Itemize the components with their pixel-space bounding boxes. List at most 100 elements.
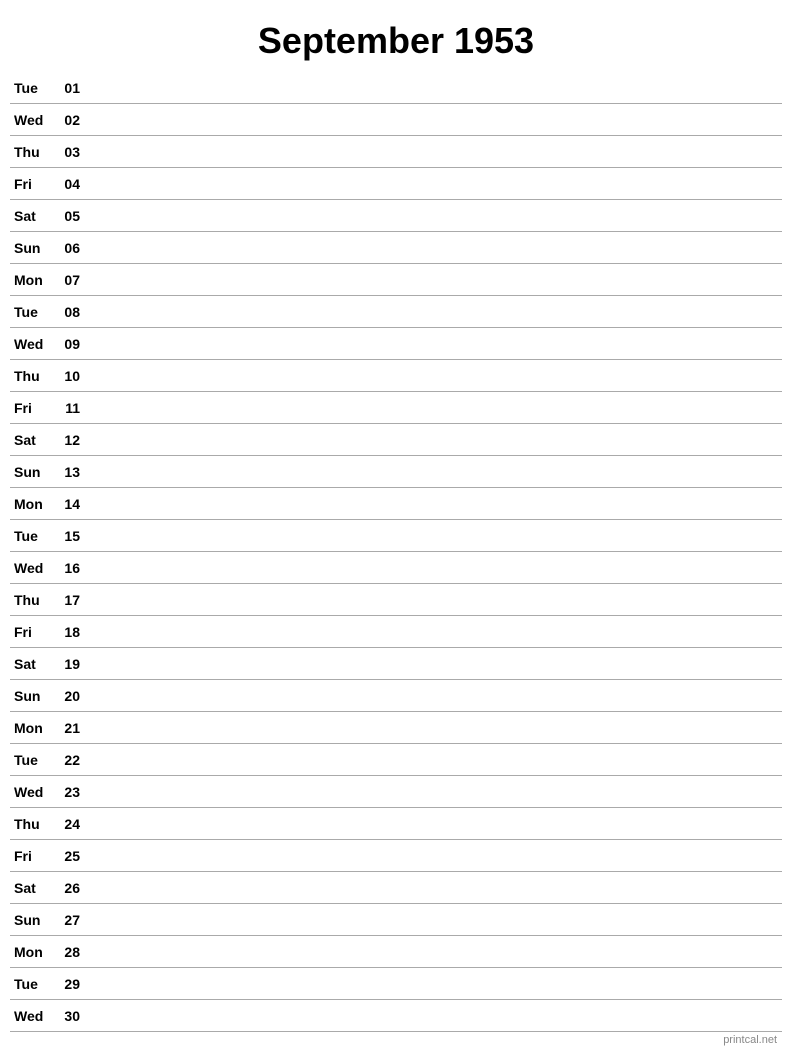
day-number: 18 (50, 624, 80, 640)
day-row: Tue22 (10, 744, 782, 776)
day-row: Fri11 (10, 392, 782, 424)
day-number: 16 (50, 560, 80, 576)
day-line (88, 375, 782, 376)
day-number: 12 (50, 432, 80, 448)
day-row: Wed16 (10, 552, 782, 584)
day-name: Wed (10, 112, 50, 128)
day-row: Mon21 (10, 712, 782, 744)
day-number: 27 (50, 912, 80, 928)
day-name: Fri (10, 176, 50, 192)
day-line (88, 1015, 782, 1016)
day-row: Thu10 (10, 360, 782, 392)
day-name: Wed (10, 336, 50, 352)
day-row: Mon28 (10, 936, 782, 968)
day-row: Fri04 (10, 168, 782, 200)
day-name: Tue (10, 528, 50, 544)
day-number: 02 (50, 112, 80, 128)
day-name: Thu (10, 368, 50, 384)
day-name: Tue (10, 304, 50, 320)
day-row: Wed09 (10, 328, 782, 360)
day-line (88, 183, 782, 184)
day-number: 20 (50, 688, 80, 704)
day-name: Sat (10, 880, 50, 896)
day-line (88, 471, 782, 472)
day-line (88, 311, 782, 312)
day-name: Tue (10, 976, 50, 992)
day-number: 25 (50, 848, 80, 864)
day-line (88, 823, 782, 824)
day-line (88, 695, 782, 696)
day-number: 01 (50, 80, 80, 96)
day-row: Wed30 (10, 1000, 782, 1032)
day-line (88, 855, 782, 856)
day-line (88, 631, 782, 632)
day-line (88, 151, 782, 152)
day-row: Sun13 (10, 456, 782, 488)
day-name: Fri (10, 848, 50, 864)
day-name: Sun (10, 240, 50, 256)
day-line (88, 759, 782, 760)
day-number: 29 (50, 976, 80, 992)
day-name: Sat (10, 432, 50, 448)
day-number: 21 (50, 720, 80, 736)
day-line (88, 919, 782, 920)
day-row: Thu17 (10, 584, 782, 616)
day-name: Sat (10, 656, 50, 672)
day-number: 28 (50, 944, 80, 960)
day-number: 03 (50, 144, 80, 160)
day-line (88, 535, 782, 536)
day-line (88, 567, 782, 568)
day-row: Mon14 (10, 488, 782, 520)
day-number: 10 (50, 368, 80, 384)
day-number: 19 (50, 656, 80, 672)
day-line (88, 215, 782, 216)
calendar-container: Tue01Wed02Thu03Fri04Sat05Sun06Mon07Tue08… (0, 72, 792, 1032)
day-name: Thu (10, 144, 50, 160)
day-name: Mon (10, 272, 50, 288)
day-line (88, 983, 782, 984)
day-number: 07 (50, 272, 80, 288)
day-line (88, 247, 782, 248)
day-number: 22 (50, 752, 80, 768)
day-line (88, 87, 782, 88)
day-number: 06 (50, 240, 80, 256)
day-name: Tue (10, 80, 50, 96)
day-row: Sun06 (10, 232, 782, 264)
day-name: Sun (10, 688, 50, 704)
day-row: Thu24 (10, 808, 782, 840)
day-row: Sat05 (10, 200, 782, 232)
day-number: 04 (50, 176, 80, 192)
day-name: Fri (10, 624, 50, 640)
day-name: Sun (10, 464, 50, 480)
day-line (88, 407, 782, 408)
day-number: 14 (50, 496, 80, 512)
day-row: Fri18 (10, 616, 782, 648)
day-number: 09 (50, 336, 80, 352)
day-number: 08 (50, 304, 80, 320)
day-row: Sun27 (10, 904, 782, 936)
day-line (88, 439, 782, 440)
day-row: Mon07 (10, 264, 782, 296)
day-line (88, 599, 782, 600)
day-number: 15 (50, 528, 80, 544)
day-line (88, 663, 782, 664)
watermark: printcal.net (723, 1034, 777, 1046)
page-title: September 1953 (0, 0, 792, 72)
day-number: 30 (50, 1008, 80, 1024)
day-line (88, 503, 782, 504)
day-row: Wed02 (10, 104, 782, 136)
day-name: Sat (10, 208, 50, 224)
day-row: Wed23 (10, 776, 782, 808)
day-name: Thu (10, 816, 50, 832)
day-line (88, 727, 782, 728)
day-row: Tue08 (10, 296, 782, 328)
day-name: Sun (10, 912, 50, 928)
day-name: Fri (10, 400, 50, 416)
day-row: Fri25 (10, 840, 782, 872)
day-row: Sat12 (10, 424, 782, 456)
day-row: Sat19 (10, 648, 782, 680)
day-number: 24 (50, 816, 80, 832)
day-row: Tue15 (10, 520, 782, 552)
day-row: Tue01 (10, 72, 782, 104)
day-name: Mon (10, 496, 50, 512)
